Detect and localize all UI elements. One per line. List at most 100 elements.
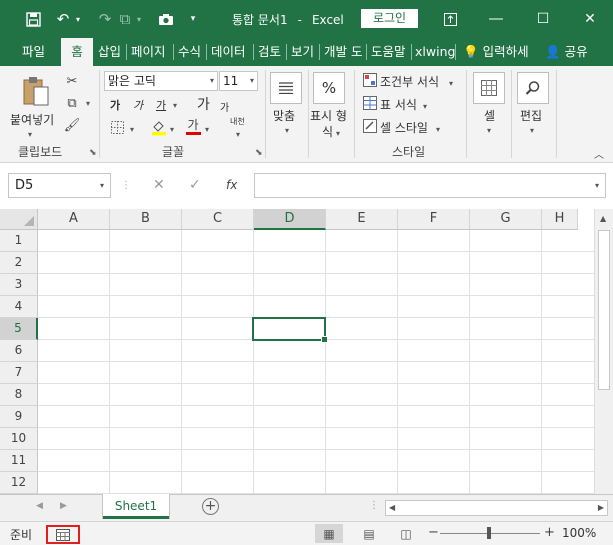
tab-splitter-icon[interactable]: ⋮	[369, 500, 379, 511]
login-button[interactable]: 로그인	[361, 9, 418, 28]
row-header-9[interactable]: 9	[0, 406, 38, 428]
name-box[interactable]: D5 ▾	[8, 173, 111, 198]
cancel-icon[interactable]: ✕	[153, 173, 165, 198]
column-header-b[interactable]: B	[110, 209, 182, 230]
row-header-6[interactable]: 6	[0, 340, 38, 362]
paste-dropdown-icon[interactable]: ▾	[28, 126, 32, 140]
macro-record-icon[interactable]	[46, 525, 80, 544]
borders-icon[interactable]	[108, 118, 126, 136]
format-painter-icon[interactable]: 🖌	[63, 116, 81, 134]
font-launcher-icon[interactable]: ⬊	[255, 148, 263, 158]
collapse-ribbon-icon[interactable]: ︿	[592, 146, 606, 161]
conditional-formatting-dropdown-icon[interactable]: ▾	[449, 75, 453, 89]
cell-area[interactable]	[38, 230, 594, 494]
undo-dropdown-icon[interactable]: ▾	[72, 0, 84, 38]
redo-icon[interactable]: ↷	[96, 0, 114, 38]
tab-insert[interactable]: 삽입	[98, 38, 121, 66]
tab-xlwings[interactable]: xlwing	[415, 38, 455, 66]
vertical-scroll-thumb[interactable]	[598, 230, 610, 390]
paste-label[interactable]: 붙여넣기	[10, 111, 54, 128]
borders-dropdown-icon[interactable]: ▾	[130, 121, 134, 135]
font-color-dropdown-icon[interactable]: ▾	[205, 121, 209, 135]
copy-dropdown-icon[interactable]: ▾	[83, 94, 93, 112]
fill-color-dropdown-icon[interactable]: ▾	[170, 121, 174, 135]
horizontal-scrollbar[interactable]: ◀ ▶	[385, 500, 608, 516]
tab-review[interactable]: 검토	[258, 38, 281, 66]
vertical-scrollbar[interactable]: ▲	[594, 209, 613, 494]
number-format-label-line1[interactable]: 표시 형	[310, 107, 347, 124]
sheet-nav-prev-icon[interactable]: ◀	[36, 501, 43, 511]
tell-me-search[interactable]: 💡 입력하세	[463, 38, 529, 66]
search-icon[interactable]	[517, 72, 549, 104]
tab-data[interactable]: 데이터	[211, 38, 246, 66]
selected-cell[interactable]	[252, 317, 328, 343]
enter-icon[interactable]: ✓	[189, 173, 201, 198]
tab-file[interactable]: 파일	[22, 38, 45, 66]
select-all-button[interactable]	[0, 209, 38, 230]
cells-dropdown-icon[interactable]: ▾	[487, 122, 491, 136]
insert-function-icon[interactable]: fx	[226, 173, 237, 198]
percent-icon[interactable]: %	[313, 72, 345, 104]
cut-icon[interactable]: ✂	[63, 72, 81, 90]
row-header-1[interactable]: 1	[0, 230, 38, 252]
close-icon[interactable]: ✕	[567, 0, 613, 38]
cells-icon[interactable]	[473, 72, 505, 104]
underline-button[interactable]: 가	[156, 97, 166, 113]
customize-qat-icon[interactable]: ▾	[186, 0, 200, 38]
clipboard-launcher-icon[interactable]: ⬊	[89, 148, 97, 158]
tab-formulas[interactable]: 수식	[178, 38, 201, 66]
phonetic-dropdown-icon[interactable]: ▾	[236, 126, 240, 140]
scroll-up-icon[interactable]: ▲	[600, 214, 606, 223]
save-icon[interactable]	[20, 0, 46, 38]
format-as-table-dropdown-icon[interactable]: ▾	[423, 98, 427, 112]
tab-home[interactable]: 홈	[61, 38, 93, 66]
scroll-left-icon[interactable]: ◀	[389, 503, 395, 512]
alignment-icon[interactable]	[270, 72, 302, 104]
page-break-view-icon[interactable]: ◫	[392, 524, 420, 543]
row-header-10[interactable]: 10	[0, 428, 38, 450]
underline-dropdown-icon[interactable]: ▾	[173, 97, 177, 111]
redo-dropdown-icon[interactable]: ▾	[134, 0, 144, 38]
column-header-a[interactable]: A	[38, 209, 110, 230]
zoom-out-icon[interactable]: −	[428, 525, 439, 540]
bold-button[interactable]: 가	[110, 97, 120, 113]
row-header-4[interactable]: 4	[0, 296, 38, 318]
copy-icon[interactable]: ⧉	[63, 94, 81, 112]
normal-view-icon[interactable]: ▦	[315, 524, 343, 543]
row-header-5[interactable]: 5	[0, 318, 38, 340]
row-header-11[interactable]: 11	[0, 450, 38, 472]
zoom-in-icon[interactable]: +	[544, 525, 555, 540]
number-format-dropdown-icon[interactable]: ▾	[336, 125, 340, 139]
conditional-formatting-button[interactable]: 조건부 서식	[380, 73, 439, 90]
alignment-dropdown-icon[interactable]: ▾	[285, 122, 289, 136]
fill-color-icon[interactable]	[150, 118, 168, 136]
tab-developer[interactable]: 개발 도	[324, 38, 364, 66]
font-name-combo[interactable]: 맑은 고딕 ▾	[104, 71, 218, 91]
sheet-nav-next-icon[interactable]: ▶	[60, 501, 67, 511]
row-header-3[interactable]: 3	[0, 274, 38, 296]
row-header-8[interactable]: 8	[0, 384, 38, 406]
ribbon-display-icon[interactable]	[440, 0, 460, 38]
paste-icon[interactable]	[20, 74, 52, 108]
maximize-icon[interactable]: ☐	[520, 0, 566, 38]
column-header-d[interactable]: D	[254, 209, 326, 230]
shrink-font-button[interactable]: 가	[220, 99, 229, 114]
formula-bar-splitter-icon[interactable]: ⋮	[121, 173, 131, 198]
cell-styles-dropdown-icon[interactable]: ▾	[436, 121, 440, 135]
minimize-icon[interactable]: ―	[473, 0, 519, 38]
format-as-table-button[interactable]: 표 서식	[380, 96, 417, 113]
column-header-f[interactable]: F	[398, 209, 470, 230]
column-header-e[interactable]: E	[326, 209, 398, 230]
undo-icon[interactable]: ↶	[54, 0, 72, 38]
formula-input[interactable]: ▾	[254, 173, 606, 198]
cell-styles-button[interactable]: 셀 스타일	[380, 119, 428, 136]
column-header-h[interactable]: H	[542, 209, 578, 230]
expand-formula-bar-icon[interactable]: ▾	[595, 181, 599, 190]
tab-page-layout[interactable]: 페이지	[131, 38, 166, 66]
number-format-label-line2[interactable]: 식	[322, 123, 333, 140]
tab-view[interactable]: 보기	[291, 38, 314, 66]
row-header-7[interactable]: 7	[0, 362, 38, 384]
redo-more-icon[interactable]: ⧉	[116, 0, 134, 38]
editing-dropdown-icon[interactable]: ▾	[530, 122, 534, 136]
font-size-combo[interactable]: 11 ▾	[219, 71, 258, 91]
